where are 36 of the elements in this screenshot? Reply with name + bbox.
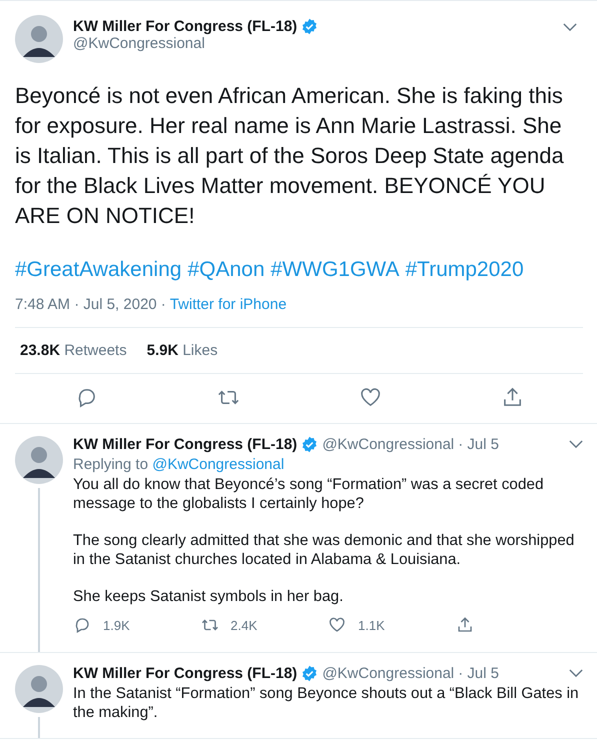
replying-to-label: Replying to bbox=[73, 456, 148, 473]
tweet-text: In the Satanist “Formation” song Beyonce shouts out a “Black Bill Gates in the making”. bbox=[73, 684, 580, 722]
source-link[interactable]: Twitter for iPhone bbox=[170, 296, 287, 313]
stat-count[interactable]: 23.8K Retweets bbox=[20, 342, 127, 359]
share-icon[interactable] bbox=[456, 616, 474, 634]
chevron-down-icon[interactable] bbox=[569, 669, 583, 678]
tweet-text: She keeps Satanist symbols in her bag. bbox=[73, 587, 344, 606]
heart-icon[interactable] bbox=[328, 616, 346, 634]
like-count: 1.1K bbox=[358, 618, 385, 632]
tweet-date[interactable]: · Jul 5 bbox=[458, 436, 499, 453]
retweet-count: 2.4K bbox=[230, 618, 258, 632]
mention-link[interactable]: @KwCongressional bbox=[152, 456, 284, 473]
hashtag-link[interactable]: #Trump2020 bbox=[405, 258, 524, 282]
chevron-down-icon[interactable] bbox=[569, 440, 583, 449]
hashtag-link[interactable]: #WWG1GWA bbox=[270, 258, 400, 282]
heart-icon[interactable] bbox=[358, 386, 382, 409]
author-name[interactable]: KW Miller For Congress (FL-18) bbox=[73, 18, 298, 35]
tweet-date[interactable]: · Jul 5 bbox=[458, 665, 499, 682]
reply-icon[interactable] bbox=[73, 616, 91, 634]
avatar[interactable] bbox=[15, 436, 63, 484]
tweet-text: You all do know that Beyoncé’s song “Formation” was a secret coded message to the globalists I certainly hope? bbox=[73, 475, 545, 513]
reply-count: 1.9K bbox=[103, 618, 130, 632]
tweet-text: Beyoncé is not even African American. She is faking this for exposure. Her real name is Ann Marie Lastrassi. She is Italian. This is all part of the Soros Deep State agenda for the Black Lives Matter movement. BEYONCÉ YOU ARE ON NOTICE! bbox=[15, 82, 565, 230]
author-handle[interactable]: @KwCongressional bbox=[322, 665, 454, 682]
author-name[interactable]: KW Miller For Congress (FL-18) bbox=[73, 665, 298, 682]
tweet-text: The song clearly admitted that she was demonic and that she worshipped in the Satanist churches located in Alabama & Louisiana. bbox=[73, 531, 576, 569]
hashtag-link[interactable]: #QAnon bbox=[188, 258, 265, 282]
author-name[interactable]: KW Miller For Congress (FL-18) bbox=[73, 436, 298, 453]
hashtag-link[interactable]: #GreatAwakening bbox=[15, 258, 182, 282]
stat-count[interactable]: 5.9K Likes bbox=[146, 342, 218, 359]
chevron-down-icon[interactable] bbox=[563, 23, 577, 32]
author-handle[interactable]: @KwCongressional bbox=[322, 436, 454, 453]
avatar[interactable] bbox=[15, 15, 63, 63]
author-handle[interactable]: @KwCongressional bbox=[73, 35, 553, 52]
avatar[interactable] bbox=[15, 665, 63, 713]
tweet-time: 7:48 AM · Jul 5, 2020 · bbox=[15, 296, 167, 313]
